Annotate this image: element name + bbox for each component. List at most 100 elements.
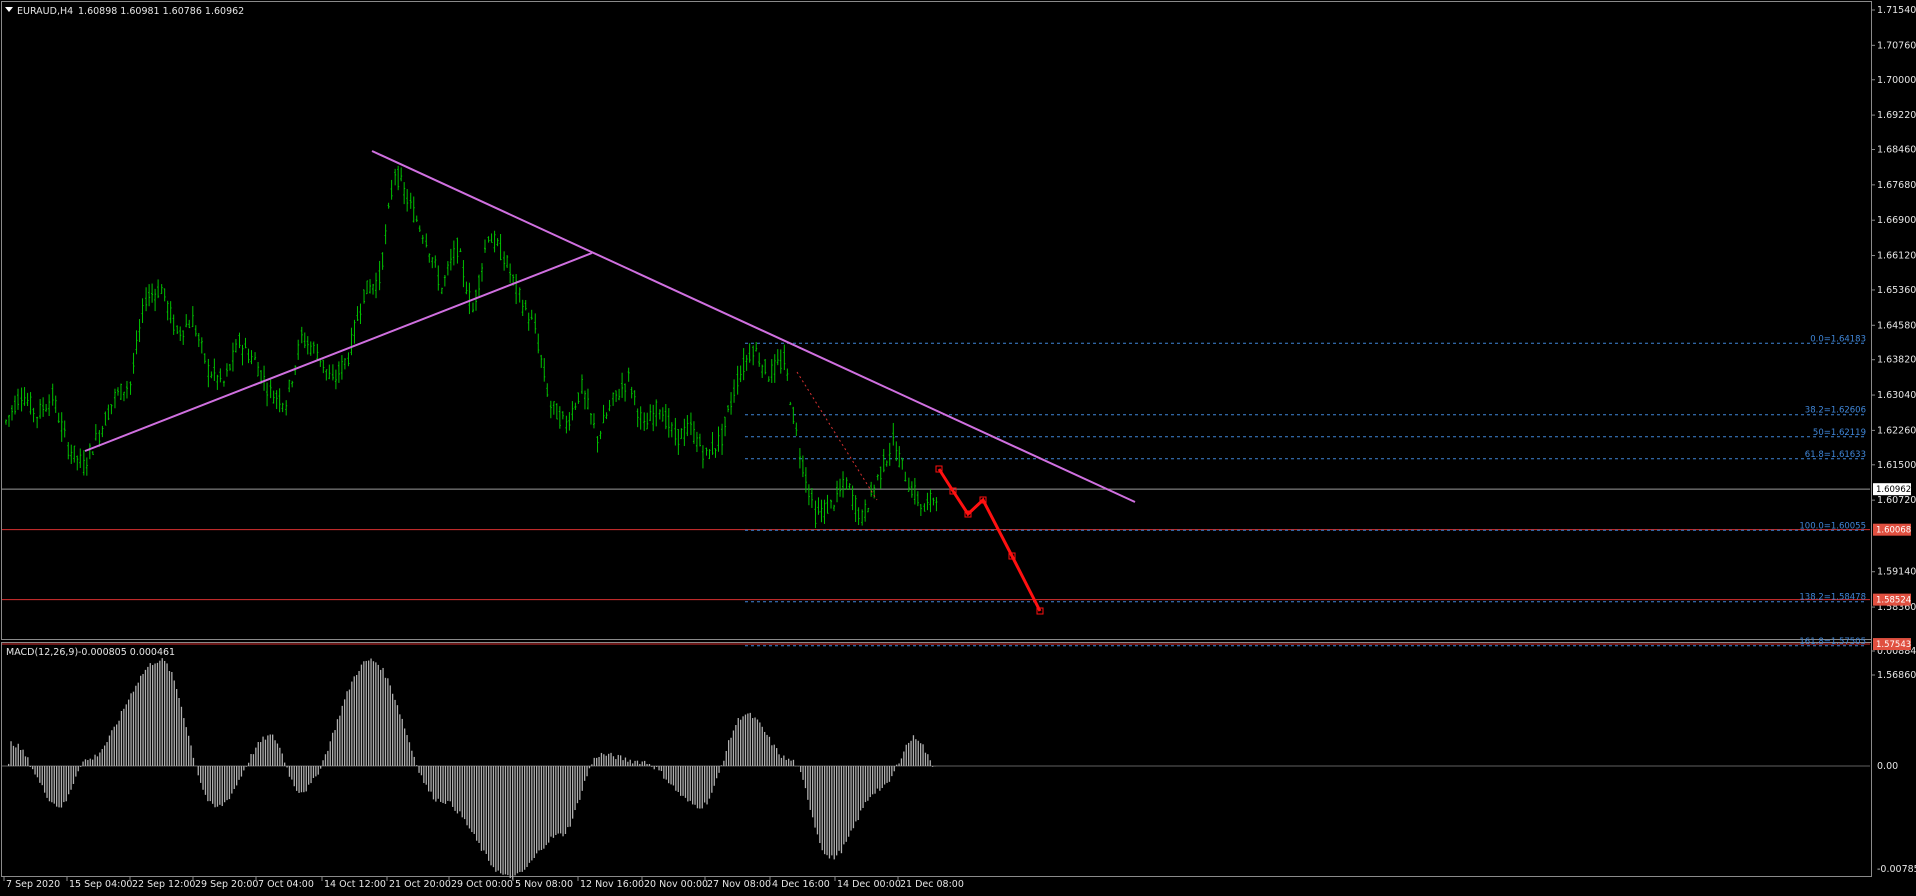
macd-histogram-bar [461, 766, 463, 818]
macd-histogram-bar [276, 743, 279, 766]
macd-histogram-bar [624, 757, 627, 766]
macd-histogram-bar [75, 766, 77, 777]
macd-histogram-bar [327, 750, 329, 766]
price-tick-label: 1.63040 [1877, 390, 1916, 401]
macd-histogram-bar [96, 756, 99, 766]
macd-histogram-bar [44, 766, 46, 793]
time-tick-label: 22 Sep 12:00 [132, 879, 195, 890]
macd-histogram-bar [850, 766, 852, 831]
time-tick-label: 4 Dec 16:00 [772, 879, 830, 890]
macd-histogram-bar [135, 685, 137, 766]
macd-histogram-bar [68, 766, 70, 795]
macd-histogram-bar [240, 766, 243, 777]
macd-histogram-bar [377, 664, 379, 766]
macd-histogram-bar [620, 755, 622, 766]
macd-histogram-bar [876, 766, 879, 789]
macd-histogram-bar [310, 766, 312, 784]
macd-histogram-bar [51, 766, 53, 803]
time-tick-label: 14 Dec 00:00 [837, 879, 901, 890]
time-tick-label: 21 Dec 08:00 [900, 879, 964, 890]
macd-histogram-bar [84, 759, 87, 766]
macd-histogram-bar [656, 766, 658, 767]
macd-histogram-bar [528, 766, 531, 863]
macd-histogram-bar [238, 766, 240, 780]
macd-histogram-bar [538, 766, 540, 851]
macd-histogram-bar [507, 766, 509, 876]
macd-histogram-bar [308, 766, 310, 785]
macd-histogram-bar [82, 761, 84, 766]
macd-histogram-bar [766, 734, 768, 766]
price-tick-label: 1.67680 [1877, 180, 1916, 191]
time-tick-label: 29 Oct 00:00 [451, 879, 513, 890]
price-tick-label: 1.66120 [1877, 251, 1916, 262]
macd-histogram-bar [663, 766, 665, 779]
price-tag-label: 1.60962 [1876, 485, 1911, 495]
macd-histogram-bar [274, 740, 276, 766]
macd-histogram-bar [915, 739, 917, 766]
macd-tick-label: -0.007852 [1877, 864, 1916, 875]
macd-histogram-bar [334, 730, 336, 766]
descending-trendline[interactable] [371, 150, 1136, 503]
macd-histogram-bar [123, 708, 125, 766]
macd-histogram-bar [161, 658, 163, 766]
macd-histogram-bar [603, 754, 605, 766]
macd-histogram-bar [864, 766, 867, 803]
macd-histogram-bar [125, 704, 127, 766]
macd-histogram-bar [848, 766, 850, 837]
macd-histogram-bar [608, 753, 610, 766]
macd-histogram-bar [922, 744, 924, 766]
time-tick-label: 29 Sep 20:00 [195, 879, 258, 890]
macd-histogram-bar [639, 763, 641, 766]
macd-histogram-bar [137, 682, 139, 766]
macd-histogram-bar [298, 766, 300, 793]
macd-histogram-bar [36, 766, 39, 778]
macd-histogram-bar [629, 759, 631, 766]
ascending-trendline[interactable] [84, 252, 593, 452]
price-tick-label: 1.59140 [1877, 567, 1916, 578]
macd-histogram-bar [425, 766, 427, 785]
macd-histogram-bar [94, 754, 96, 766]
macd-histogram-bar [598, 756, 600, 766]
macd-histogram-bar [384, 677, 387, 766]
fib-level-label: 61.8=1.61633 [1805, 450, 1866, 460]
macd-histogram-bar [236, 766, 238, 786]
macd-histogram-bar [363, 661, 365, 766]
macd-histogram-bar [329, 741, 331, 766]
price-tick-label: 1.65360 [1877, 285, 1916, 296]
macd-histogram-bar [531, 766, 533, 861]
macd-histogram-bar [783, 755, 785, 766]
forecast-path[interactable] [937, 468, 1042, 612]
macd-histogram-bar [221, 766, 223, 807]
macd-histogram-bar [596, 757, 598, 766]
macd-histogram-bar [152, 665, 154, 766]
macd-histogram-bar [910, 740, 912, 766]
macd-histogram-bar [896, 764, 898, 766]
macd-histogram-bar [836, 766, 838, 856]
macd-histogram-bar [279, 747, 281, 766]
macd-histogram-bar [53, 766, 55, 804]
macd-histogram-bar [790, 760, 792, 766]
macd-histogram-bar [29, 766, 31, 767]
macd-histogram-bar [190, 745, 192, 766]
macd-histogram-bar [687, 766, 689, 802]
macd-histogram-bar [149, 663, 151, 766]
macd-histogram-bar [855, 766, 857, 822]
macd-histogram-bar [396, 705, 399, 766]
time-tick-label: 15 Sep 04:00 [69, 879, 132, 890]
macd-histogram-bar [519, 766, 521, 872]
macd-histogram-bar [284, 762, 286, 766]
macd-histogram-bar [764, 731, 766, 766]
macd-histogram-bar [912, 735, 915, 766]
macd-histogram-bar [675, 766, 677, 791]
macd-histogram-bar [833, 766, 835, 860]
macd-histogram-bar [581, 766, 583, 791]
macd-histogram-bar [368, 660, 370, 766]
macd-histogram-bar [147, 666, 149, 766]
chart-canvas[interactable]: 0.0=1.64183 38.2=1.62606 50=1.62119 61.8=1.… [0, 0, 1916, 896]
symbol-label: EURAUD,H4 [17, 6, 73, 17]
macd-histogram-bar [219, 766, 221, 805]
macd-histogram-bar [192, 757, 195, 766]
macd-histogram-bar [840, 766, 843, 854]
macd-histogram-bar [58, 766, 60, 808]
collapse-icon[interactable] [5, 7, 13, 12]
